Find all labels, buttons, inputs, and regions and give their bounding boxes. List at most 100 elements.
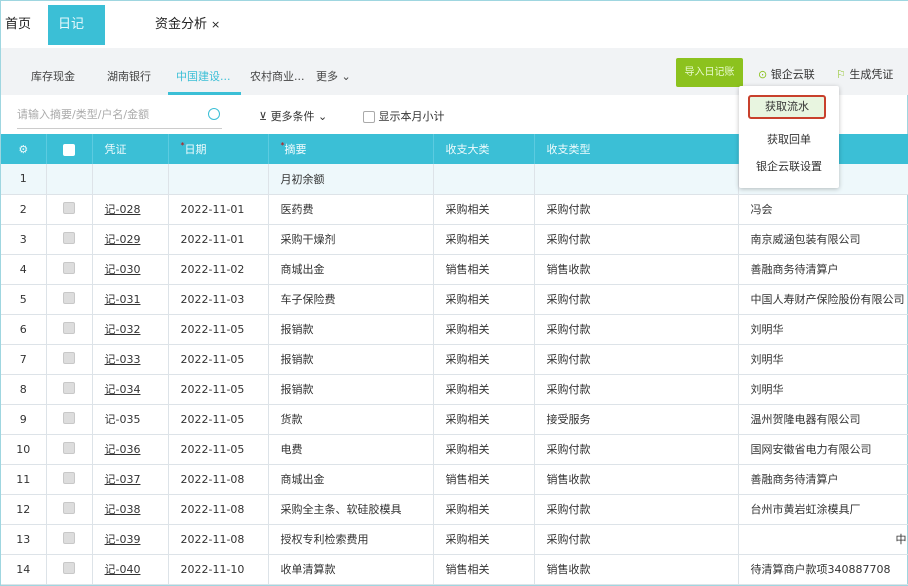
type-cell: 销售收款 [534, 554, 738, 584]
table-row: 9 记-035 2022-11-05 货款 采购相关 接受服务 温州贺隆电器有限… [1, 404, 908, 434]
row-checkbox[interactable] [46, 494, 92, 524]
menu-item-bank-cloud-settings[interactable]: 银企云联设置 [739, 158, 839, 174]
table-row: 12 记-038 2022-11-08 采购全主条、软硅胶模具 采购相关 采购付… [1, 494, 908, 524]
voucher-link[interactable]: 记-036 [92, 434, 168, 464]
date-cell: 2022-11-05 [168, 344, 268, 374]
row-checkbox[interactable] [46, 434, 92, 464]
bank-cloud-label: 银企云联 [771, 68, 815, 81]
row-number: 4 [1, 254, 46, 284]
bank-tab-ccb[interactable]: 中国建设... [176, 68, 231, 84]
tab-journal[interactable]: 日记账× [48, 5, 105, 45]
row-checkbox[interactable] [46, 254, 92, 284]
row-checkbox[interactable] [46, 314, 92, 344]
category-cell: 采购相关 [433, 494, 534, 524]
counterparty-cell: 善融商务待清算户 [738, 464, 908, 494]
category-cell: 采购相关 [433, 434, 534, 464]
type-cell: 销售收款 [534, 464, 738, 494]
summary-cell: 商城出金 [268, 254, 433, 284]
type-cell: 采购付款 [534, 524, 738, 554]
row-checkbox[interactable] [46, 464, 92, 494]
type-cell: 采购付款 [534, 284, 738, 314]
summary-cell: 授权专利检索费用 [268, 524, 433, 554]
row-number: 11 [1, 464, 46, 494]
summary-cell: 商城出金 [268, 464, 433, 494]
type-cell: 采购付款 [534, 434, 738, 464]
menu-item-get-transactions[interactable]: 获取流水 [748, 95, 826, 119]
category-cell: 采购相关 [433, 344, 534, 374]
bank-tab-rural[interactable]: 农村商业... [250, 68, 305, 84]
voucher-link[interactable]: 记-030 [92, 254, 168, 284]
bank-tab-cash[interactable]: 库存现金 [31, 68, 75, 84]
table-row: 11 记-037 2022-11-08 商城出金 销售相关 销售收款 善融商务待… [1, 464, 908, 494]
voucher-link[interactable]: 记-040 [92, 554, 168, 584]
more-conditions-button[interactable]: ⊻ 更多条件 ⌄ [259, 108, 327, 124]
voucher-link[interactable]: 记-037 [92, 464, 168, 494]
date-cell: 2022-11-08 [168, 494, 268, 524]
close-icon[interactable]: × [211, 18, 220, 31]
category-cell: 销售相关 [433, 464, 534, 494]
category-cell: 采购相关 [433, 314, 534, 344]
bank-cloud-button[interactable]: ⊙ 银企云联 [758, 66, 815, 82]
more-banks-dropdown[interactable]: 更多 ⌄ [316, 68, 351, 84]
col-summary: *摘要 [268, 134, 433, 164]
counterparty-cell: 待清算商户款项340887708 [738, 554, 908, 584]
col-type: 收支类型 [534, 134, 738, 164]
row-checkbox[interactable] [46, 284, 92, 314]
summary-cell: 货款 [268, 404, 433, 434]
tab-home[interactable]: 首页 [5, 5, 31, 45]
voucher-link[interactable]: 记-034 [92, 374, 168, 404]
row-number: 1 [1, 164, 46, 194]
row-checkbox[interactable] [46, 224, 92, 254]
type-cell: 销售收款 [534, 254, 738, 284]
row-checkbox[interactable] [46, 404, 92, 434]
voucher-link[interactable]: 记-028 [92, 194, 168, 224]
settings-icon[interactable]: ⚙ [1, 134, 46, 164]
type-cell: 采购付款 [534, 314, 738, 344]
bank-tab-hunan[interactable]: 湖南银行 [107, 68, 151, 84]
type-cell: 采购付款 [534, 194, 738, 224]
row-number: 6 [1, 314, 46, 344]
tab-fund-analysis[interactable]: 资金分析 × [155, 5, 220, 45]
counterparty-cell: 中 [738, 524, 908, 554]
row-number: 7 [1, 344, 46, 374]
type-cell: 采购付款 [534, 494, 738, 524]
import-journal-button[interactable]: 导入日记账 [676, 58, 743, 87]
cloud-icon: ⊙ [758, 68, 767, 81]
table-row: 8 记-034 2022-11-05 报销款 采购相关 采购付款 刘明华 [1, 374, 908, 404]
type-cell: 采购付款 [534, 374, 738, 404]
row-checkbox[interactable] [46, 344, 92, 374]
voucher-link[interactable]: 记-029 [92, 224, 168, 254]
row-number: 2 [1, 194, 46, 224]
checkbox[interactable] [363, 111, 375, 123]
voucher-link[interactable]: 记-032 [92, 314, 168, 344]
summary-cell: 车子保险费 [268, 284, 433, 314]
voucher-link[interactable]: 记-033 [92, 344, 168, 374]
voucher-link[interactable]: 记-035 [92, 404, 168, 434]
search-icon[interactable] [208, 108, 220, 120]
row-number: 10 [1, 434, 46, 464]
date-cell: 2022-11-05 [168, 434, 268, 464]
row-checkbox[interactable] [46, 194, 92, 224]
table-row: 4 记-030 2022-11-02 商城出金 销售相关 销售收款 善融商务待清… [1, 254, 908, 284]
table-row: 10 记-036 2022-11-05 电费 采购相关 采购付款 国网安徽省电力… [1, 434, 908, 464]
voucher-link[interactable]: 记-038 [92, 494, 168, 524]
menu-item-get-receipts[interactable]: 获取回单 [739, 131, 839, 147]
col-date: *日期 [168, 134, 268, 164]
select-all-checkbox[interactable] [46, 134, 92, 164]
table-row: 2 记-028 2022-11-01 医药费 采购相关 采购付款 冯会 [1, 194, 908, 224]
counterparty-cell: 刘明华 [738, 344, 908, 374]
generate-voucher-button[interactable]: ⚐ 生成凭证 [836, 66, 893, 82]
summary-cell: 报销款 [268, 314, 433, 344]
voucher-link[interactable]: 记-031 [92, 284, 168, 314]
date-cell: 2022-11-01 [168, 224, 268, 254]
voucher-link[interactable]: 记-039 [92, 524, 168, 554]
show-month-subtotal-checkbox[interactable]: 显示本月小计 [363, 108, 445, 124]
row-checkbox[interactable] [46, 554, 92, 584]
date-cell: 2022-11-10 [168, 554, 268, 584]
row-checkbox[interactable] [46, 524, 92, 554]
row-checkbox[interactable] [46, 374, 92, 404]
search-input[interactable]: 请输入摘要/类型/户名/金额 [17, 103, 222, 129]
category-cell: 销售相关 [433, 254, 534, 284]
generate-voucher-label: 生成凭证 [849, 68, 893, 81]
tab-label: 资金分析 [155, 17, 207, 32]
